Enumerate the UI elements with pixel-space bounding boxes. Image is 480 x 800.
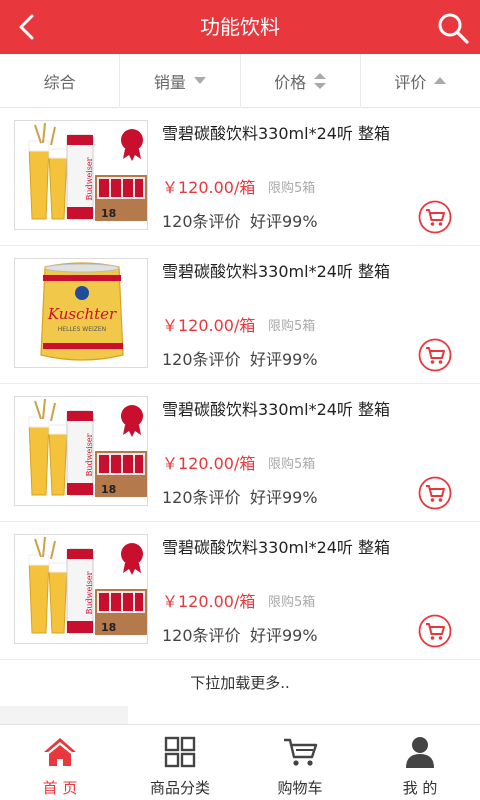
nav-category[interactable]: 商品分类 [120,725,240,800]
search-icon[interactable] [436,11,470,45]
category-icon [164,736,196,768]
product-item[interactable]: Budweiser 18 雪碧碳酸饮料330ml*24听 整箱 ￥120.00/… [0,522,480,660]
sort-bar: 综合 销量 价格 评价 [0,54,480,108]
page-title: 功能饮料 [200,15,280,39]
sort-tab-label: 综合 [43,73,76,92]
triangle-up-icon [434,77,447,84]
nav-cart[interactable]: 购物车 [240,725,360,800]
nav-home[interactable]: 首 页 [0,725,120,800]
svg-text:18: 18 [101,621,116,634]
price-value: ￥120.00 [162,316,234,335]
purchase-limit: 限购5箱 [268,319,316,334]
product-price: ￥120.00/箱 [162,174,255,198]
product-item[interactable]: Budweiser 18 雪碧碳酸饮料330ml*24听 整箱 ￥120.00/… [0,108,480,246]
price-value: ￥120.00 [162,178,234,197]
svg-text:18: 18 [101,483,116,496]
positive-rating: 好评99% [250,212,318,231]
user-icon [406,737,434,768]
purchase-limit: 限购5箱 [268,457,316,472]
product-item[interactable]: Budweiser 18 雪碧碳酸饮料330ml*24听 整箱 ￥120.00/… [0,384,480,522]
sort-tab-comprehensive[interactable]: 综合 [0,54,121,108]
sort-tab-sales[interactable]: 销量 [120,54,241,108]
price-value: ￥120.00 [162,592,234,611]
purchase-limit: 限购5箱 [268,181,316,196]
product-name[interactable]: 雪碧碳酸饮料330ml*24听 整箱 [162,534,390,558]
add-to-cart-icon[interactable] [418,476,452,510]
divider [0,706,128,724]
product-price: ￥120.00/箱 [162,450,255,474]
svg-text:Budweiser: Budweiser [85,571,94,614]
price-unit: /箱 [234,454,256,473]
sort-tab-price[interactable]: 价格 [241,54,361,108]
review-count: 120条评价 [162,212,241,231]
kuschter-keg-image[interactable]: Kuschter HELLES WEIZEN [14,258,148,368]
price-unit: /箱 [234,316,256,335]
product-name[interactable]: 雪碧碳酸饮料330ml*24听 整箱 [162,258,390,282]
home-icon [44,738,76,766]
add-to-cart-icon[interactable] [418,338,452,372]
svg-text:HELLES WEIZEN: HELLES WEIZEN [58,326,106,333]
positive-rating: 好评99% [250,626,318,645]
nav-label: 商品分类 [149,779,210,797]
add-to-cart-icon[interactable] [418,200,452,234]
sort-tab-label: 评价 [394,73,427,92]
review-count: 120条评价 [162,350,241,369]
sort-tab-label: 销量 [153,73,186,92]
cart-icon [284,738,318,766]
product-item[interactable]: Kuschter HELLES WEIZEN 雪碧碳酸饮料330ml*24听 整… [0,246,480,384]
product-list: Budweiser 18 雪碧碳酸饮料330ml*24听 整箱 ￥120.00/… [0,108,480,660]
price-unit: /箱 [234,592,256,611]
svg-text:Budweiser: Budweiser [85,433,94,476]
product-price: ￥120.00/箱 [162,312,255,336]
svg-text:Budweiser: Budweiser [85,157,94,200]
product-price: ￥120.00/箱 [162,588,255,612]
svg-text:Kuschter: Kuschter [47,305,117,323]
add-to-cart-icon[interactable] [418,614,452,648]
review-count: 120条评价 [162,488,241,507]
sort-tab-rating[interactable]: 评价 [361,54,480,108]
budweiser-beer-image[interactable]: Budweiser 18 [14,120,148,230]
positive-rating: 好评99% [250,488,318,507]
price-unit: /箱 [234,178,256,197]
review-count: 120条评价 [162,626,241,645]
product-name[interactable]: 雪碧碳酸饮料330ml*24听 整箱 [162,120,390,144]
nav-label: 购物车 [277,779,323,797]
bottom-nav: 首 页 商品分类 购物车 我 的 [0,724,480,800]
svg-text:18: 18 [101,207,116,220]
sort-updown-icon [314,73,327,89]
nav-profile[interactable]: 我 的 [360,725,480,800]
load-more-hint: 下拉加载更多.. [190,674,290,692]
triangle-down-icon [193,77,206,84]
purchase-limit: 限购5箱 [268,595,316,610]
budweiser-beer-image[interactable]: Budweiser 18 [14,534,148,644]
sort-tab-label: 价格 [274,73,307,92]
positive-rating: 好评99% [250,350,318,369]
app-header: 功能饮料 [0,0,480,54]
budweiser-beer-image[interactable]: Budweiser 18 [14,396,148,506]
price-value: ￥120.00 [162,454,234,473]
product-name[interactable]: 雪碧碳酸饮料330ml*24听 整箱 [162,396,390,420]
nav-label: 首 页 [42,779,78,797]
nav-label: 我 的 [402,779,438,797]
